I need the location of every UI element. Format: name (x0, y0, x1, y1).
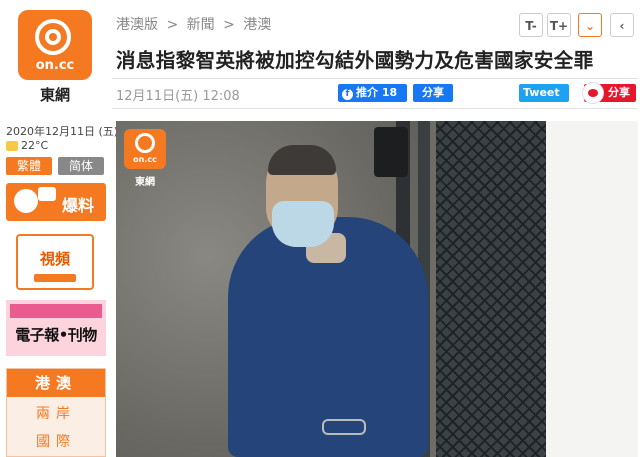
video-label: 視頻 (39, 250, 70, 268)
logo-dot-inner (49, 33, 57, 41)
nav-item-international[interactable]: 國際 (7, 431, 105, 451)
traditional-chinese-button[interactable]: 繁體 (6, 157, 52, 175)
epaper-label: 電子報•刊物 (15, 326, 97, 344)
chevron-down-icon[interactable]: ⌄ (578, 13, 602, 37)
watermark-ring-icon (135, 133, 155, 153)
twitter-label: Tweet (523, 86, 560, 99)
facebook-like-button[interactable]: f 推介 18 (338, 84, 407, 102)
epaper-button[interactable]: 電子報•刊物 (6, 300, 106, 356)
divider (112, 108, 638, 109)
weibo-icon (582, 82, 604, 104)
twitter-share-button[interactable]: Tweet (519, 84, 569, 102)
watermark-caption: 東網 (135, 177, 155, 188)
article-headline: 消息指黎智英將被加控勾結外國勢力及危害國家安全罪 (116, 49, 594, 72)
simplified-chinese-button[interactable]: 简体 (58, 157, 104, 175)
facebook-icon: f (342, 89, 353, 100)
article-datetime: 12月11日(五) 12:08 (116, 89, 240, 104)
photo-person-mask (272, 201, 334, 247)
facebook-share-button[interactable]: 分享 (413, 84, 453, 102)
breadcrumb-separator: > (223, 17, 235, 33)
temperature: 22°C (21, 139, 49, 152)
breadcrumb-separator: > (166, 17, 179, 33)
nav-item-hk-macau[interactable]: 港澳 (7, 369, 105, 397)
chat-bubble-icon (38, 187, 56, 201)
breadcrumb-subsection[interactable]: 港澳 (243, 17, 271, 33)
news-tip-button[interactable]: 爆料 (6, 183, 106, 221)
logo-text: on.cc (35, 58, 75, 73)
sidebar-date: 2020年12月11日 (五) (6, 125, 119, 138)
divider (112, 78, 638, 79)
photo-watermark: on.cc 東網 (124, 129, 166, 189)
photo-wall (536, 121, 638, 457)
logo-caption[interactable]: 東網 (18, 84, 92, 105)
nav-item-cross-strait[interactable]: 兩岸 (7, 403, 105, 423)
breadcrumb-edition[interactable]: 港澳版 (116, 17, 158, 33)
breadcrumb: 港澳版 > 新聞 > 港澳 (116, 14, 275, 34)
video-button[interactable]: 視頻 (16, 234, 94, 290)
person-icon (14, 189, 38, 213)
photo-handcuff (322, 419, 366, 435)
epaper-banner (10, 304, 102, 318)
news-tip-label: 爆料 (62, 196, 95, 215)
facebook-like-label: 推介 18 (356, 86, 398, 99)
article-photo[interactable]: on.cc 東網 (116, 121, 638, 457)
oncc-logo[interactable]: on.cc (18, 10, 92, 80)
weibo-label: 分享 (608, 86, 630, 99)
breadcrumb-section[interactable]: 新聞 (187, 17, 215, 33)
font-smaller-button[interactable]: T- (519, 13, 543, 37)
watermark-logo-text: on.cc (133, 155, 157, 164)
weather: 22°C (6, 139, 48, 152)
font-larger-button[interactable]: T+ (547, 13, 571, 37)
chevron-left-icon[interactable]: ‹ (610, 13, 634, 37)
play-bar-icon (34, 274, 76, 282)
region-nav: 港澳 兩岸 國際 (6, 368, 106, 457)
photo-person-hair (268, 145, 336, 175)
weather-cloud-sun-icon (6, 141, 18, 151)
photo-fence (436, 121, 546, 457)
weibo-share-button[interactable]: 分享 (582, 82, 636, 104)
photo-camera (374, 127, 408, 177)
